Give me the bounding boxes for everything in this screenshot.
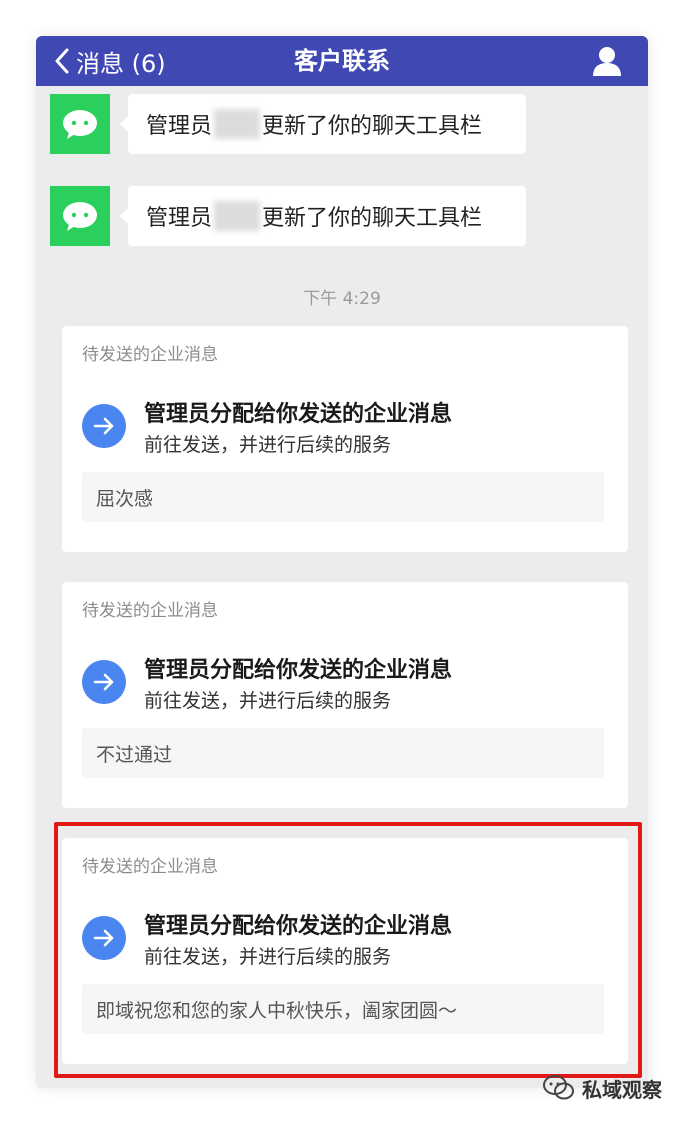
card-title: 管理员分配给你发送的企业消息	[144, 402, 453, 427]
message-prefix: 管理员	[146, 114, 213, 139]
enterprise-message-card[interactable]: 待发送的企业消息 管理员分配给你发送的企业消息 前往发送，并进行后续的服务 屈次…	[62, 326, 628, 552]
back-label: 消息 (6)	[76, 49, 166, 78]
highlight-box	[54, 822, 642, 1078]
card-tag: 待发送的企业消息	[82, 345, 218, 365]
card-tag: 待发送的企业消息	[82, 601, 218, 621]
redacted-name	[214, 201, 261, 231]
enterprise-message-card[interactable]: 待发送的企业消息 管理员分配给你发送的企业消息 前往发送，并进行后续的服务 不过…	[62, 582, 628, 808]
redacted-name	[214, 109, 261, 139]
card-subtitle: 前往发送，并进行后续的服务	[144, 690, 392, 712]
message-suffix: 更新了你的聊天工具栏	[262, 206, 483, 231]
back-button[interactable]: 消息 (6)	[54, 36, 166, 86]
watermark: 私域观察	[542, 1070, 662, 1106]
wechat-icon	[50, 186, 110, 246]
phone-screen: 消息 (6) 客户联系 管理员 更新了你的聊天工具栏 管理员 更新了你的聊天工具…	[36, 36, 648, 1088]
arrow-right-icon	[82, 404, 126, 448]
watermark-text: 私域观察	[582, 1077, 662, 1102]
message-prefix: 管理员	[146, 206, 213, 231]
arrow-right-icon	[82, 660, 126, 704]
navbar: 消息 (6) 客户联系	[36, 36, 648, 86]
message-bubble: 管理员 更新了你的聊天工具栏	[120, 186, 526, 246]
card-title: 管理员分配给你发送的企业消息	[144, 658, 453, 683]
card-quote: 屈次感	[82, 472, 604, 522]
message-bubble: 管理员 更新了你的聊天工具栏	[120, 94, 526, 154]
wechat-icon	[50, 94, 110, 154]
card-subtitle: 前往发送，并进行后续的服务	[144, 434, 392, 456]
send-action[interactable]: 管理员分配给你发送的企业消息 前往发送，并进行后续的服务	[82, 650, 602, 714]
message-suffix: 更新了你的聊天工具栏	[262, 114, 483, 139]
profile-button[interactable]	[590, 44, 624, 78]
chevron-left-icon	[55, 48, 69, 74]
wechat-official-icon	[543, 1075, 574, 1100]
timestamp: 下午 4:29	[303, 289, 381, 309]
person-icon	[593, 47, 621, 76]
card-quote: 不过通过	[82, 728, 604, 778]
send-action[interactable]: 管理员分配给你发送的企业消息 前往发送，并进行后续的服务	[82, 394, 602, 458]
